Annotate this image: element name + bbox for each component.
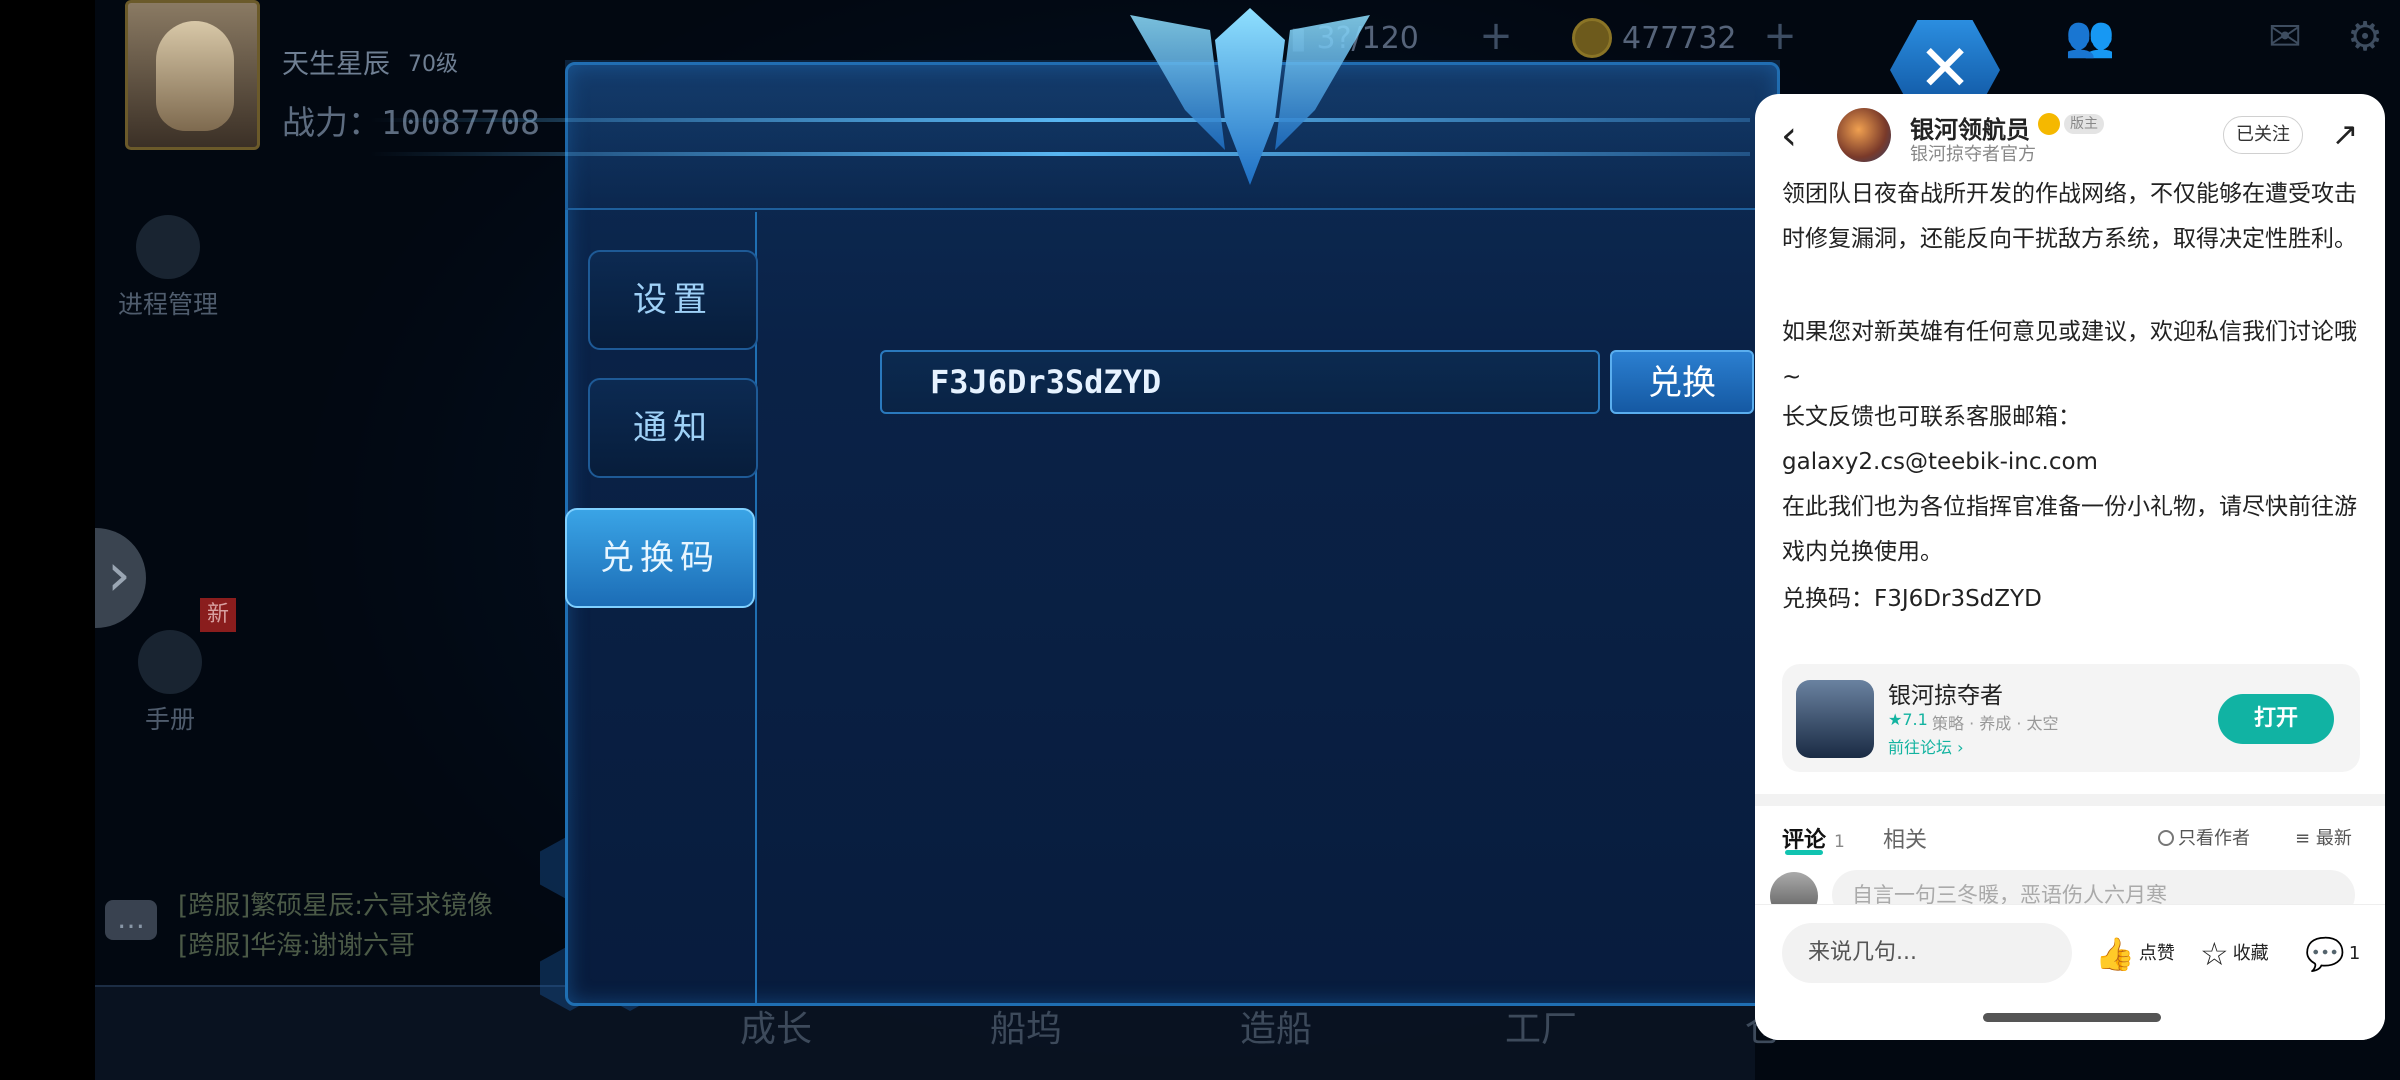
- add-coins-button[interactable]: +: [1752, 16, 1808, 58]
- active-tab-indicator: [1785, 850, 1823, 855]
- mail-icon[interactable]: ✉: [2260, 14, 2310, 60]
- player-level: 70级: [408, 52, 458, 77]
- player-avatar[interactable]: [125, 0, 260, 150]
- comment-input[interactable]: 来说几句...: [1782, 923, 2072, 983]
- app-card[interactable]: 银河掠夺者 ★7.1 策略 · 养成 · 太空 前往论坛 › 打开: [1782, 664, 2360, 772]
- section-divider: [1755, 794, 2385, 806]
- nav-growth[interactable]: 成长: [740, 1000, 812, 1052]
- chat-line-2: [跨服]华海:谢谢六哥: [178, 931, 416, 961]
- coin-value: 477732: [1622, 20, 1737, 56]
- author-only-toggle[interactable]: 只看作者: [2158, 824, 2250, 850]
- chat-icon[interactable]: …: [105, 900, 157, 940]
- redeem-code-input[interactable]: F3J6Dr3SdZYD: [880, 350, 1600, 414]
- moderator-badge: 版主: [2064, 114, 2104, 134]
- power-value: 10087708: [381, 103, 540, 142]
- power-label: 战力：: [282, 103, 381, 142]
- post-paragraph: 在此我们也为各位指挥官准备一份小礼物，请尽快前往游戏内兑换使用。: [1782, 494, 2357, 565]
- email-link[interactable]: galaxy2.cs@teebik-inc.com: [1782, 440, 2362, 485]
- home-indicator: [1983, 1013, 2161, 1022]
- tab-related[interactable]: 相关: [1883, 822, 1927, 854]
- redeem-button[interactable]: 兑换: [1610, 350, 1754, 414]
- new-badge: 新: [200, 598, 236, 632]
- sort-icon: ≡: [2295, 828, 2311, 849]
- tab-redeem-code[interactable]: 兑换码: [565, 508, 755, 608]
- nav-factory[interactable]: 工厂: [1505, 1000, 1577, 1052]
- follow-button[interactable]: 已关注: [2223, 116, 2303, 154]
- author-avatar[interactable]: [1837, 108, 1891, 162]
- favorite-button[interactable]: ☆ 收藏: [2200, 935, 2269, 973]
- verified-badge-icon: [2038, 113, 2060, 135]
- handbook-label: 手册: [144, 705, 195, 734]
- reply-count: 1: [2348, 943, 2361, 964]
- like-button[interactable]: 👍 点赞: [2095, 935, 2175, 973]
- thumb-up-icon: 👍: [2095, 935, 2135, 973]
- post-detail-sheet: ‹ 银河领航员 版主 银河掠夺者官方 已关注 ↗ 领团队日夜奋战所开发的作战网络…: [1755, 94, 2385, 1040]
- app-tags: 策略 · 养成 · 太空: [1932, 714, 2059, 733]
- redeem-code-line: 兑换码：F3J6Dr3SdZYD: [1782, 586, 2042, 612]
- header-line: [370, 152, 1750, 156]
- comments-count: 1: [1834, 832, 1845, 852]
- tab-settings[interactable]: 设置: [588, 250, 758, 350]
- reply-button[interactable]: 💬 1: [2305, 935, 2360, 973]
- book-icon: [138, 630, 202, 694]
- process-management-label: 进程管理: [118, 290, 219, 319]
- comment-bubble-icon: 💬: [2305, 935, 2345, 973]
- post-paragraph: 长文反馈也可联系客服邮箱：: [1782, 404, 2081, 430]
- author-only-label: 只看作者: [2178, 828, 2250, 849]
- app-icon: [1796, 680, 1874, 758]
- player-name: 天生星辰: [282, 49, 390, 80]
- avatar-portrait: [156, 21, 234, 131]
- star-icon: ☆: [2200, 935, 2229, 973]
- sheet-footer: 来说几句... 👍 点赞 ☆ 收藏 💬 1: [1755, 904, 2385, 1040]
- process-management-button[interactable]: 进程管理: [118, 215, 218, 321]
- post-paragraph: 如果您对新英雄有任何意见或建议，欢迎私信我们讨论哦~: [1782, 319, 2357, 390]
- back-chevron-icon[interactable]: ‹: [1781, 116, 1797, 156]
- post-paragraph: 领团队日夜奋战所开发的作战网络，不仅能够在遭受攻击时修复漏洞，还能反向干扰敌方系…: [1782, 181, 2357, 252]
- game-screen: 天生星辰 70级 战力：10087708 ▮3?/120 + 477732 + …: [0, 0, 2400, 1080]
- sort-label: 最新: [2315, 828, 2352, 849]
- tab-notice[interactable]: 通知: [588, 378, 758, 478]
- author-subtitle: 银河掠夺者官方: [1910, 144, 2036, 165]
- favorite-label: 收藏: [2232, 943, 2269, 964]
- settings-gear-icon[interactable]: ⚙: [2340, 14, 2390, 60]
- header-line: [370, 118, 1750, 122]
- layers-icon: [136, 215, 200, 279]
- nav-shipbuild[interactable]: 造船: [1240, 1000, 1312, 1052]
- nav-dock[interactable]: 船坞: [990, 1000, 1062, 1052]
- radio-icon: [2158, 830, 2174, 846]
- forum-link[interactable]: 前往论坛 ›: [1888, 734, 1964, 758]
- share-icon[interactable]: ↗: [2327, 116, 2363, 152]
- emblem-icon: [1130, 8, 1370, 185]
- coin-icon: [1572, 18, 1612, 58]
- like-label: 点赞: [2138, 943, 2175, 964]
- add-energy-button[interactable]: +: [1468, 16, 1524, 58]
- chat-line-1: [跨服]繁硕星辰:六哥求镜像: [178, 891, 494, 921]
- app-rating: ★7.1: [1888, 710, 1928, 729]
- open-app-button[interactable]: 打开: [2218, 694, 2334, 744]
- sort-latest[interactable]: ≡ 最新: [2295, 824, 2352, 850]
- handbook-button[interactable]: 手册: [138, 630, 202, 736]
- app-name: 银河掠夺者: [1888, 683, 2003, 709]
- left-black-bar: [0, 0, 95, 1080]
- friends-icon[interactable]: 👥: [2065, 14, 2115, 60]
- resource-coins: 477732: [1572, 14, 1737, 62]
